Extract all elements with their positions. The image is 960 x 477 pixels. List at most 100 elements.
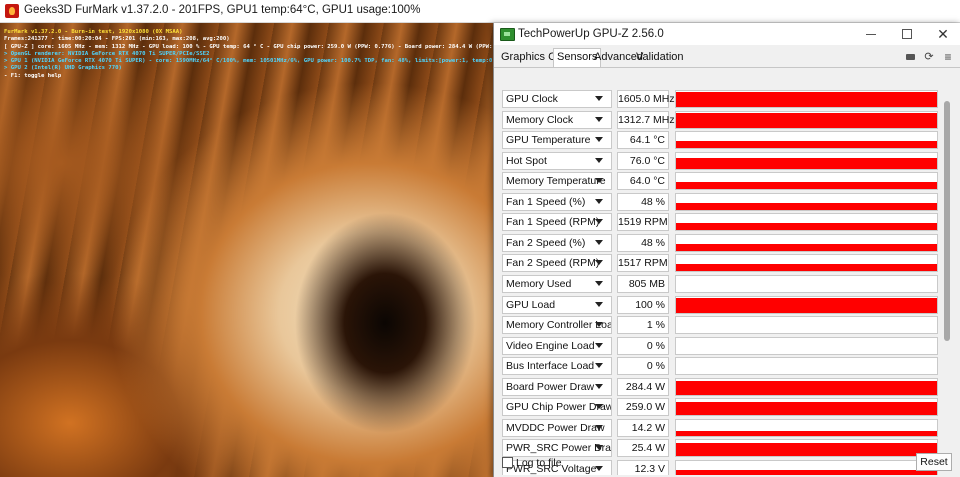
sensor-graph [675, 213, 938, 232]
sensor-graph [675, 151, 938, 170]
sensor-graph-bar [676, 92, 937, 107]
sensor-row: GPU Temperature 64.1 °C [500, 130, 945, 150]
sensor-row: Memory Used 805 MB [500, 274, 945, 294]
sensor-graph [675, 90, 938, 108]
dropdown-arrow-icon[interactable] [595, 219, 603, 225]
sensor-value: 76.0 °C [617, 151, 669, 170]
dropdown-arrow-icon[interactable] [595, 383, 603, 389]
minimize-button[interactable] [853, 23, 889, 45]
close-button[interactable]: ✕ [925, 23, 960, 45]
sensor-row: MVDDC Power Draw 14.2 W [500, 418, 945, 438]
dropdown-arrow-icon[interactable] [595, 178, 603, 184]
dropdown-arrow-icon[interactable] [595, 322, 603, 328]
sensor-value: 0 % [617, 336, 669, 355]
gpuz-titlebar[interactable]: TechPowerUp GPU-Z 2.56.0 ✕ [494, 23, 960, 45]
sensor-graph [675, 418, 938, 437]
maximize-button[interactable] [889, 23, 925, 45]
dropdown-arrow-icon[interactable] [595, 363, 603, 369]
minimize-icon [866, 33, 876, 35]
sensor-value: 1605.0 MHz [617, 90, 675, 108]
dropdown-arrow-icon[interactable] [595, 424, 603, 430]
sensor-graph [675, 110, 938, 129]
sensor-graph-bar [676, 202, 937, 210]
sensor-graph-bar [676, 223, 937, 231]
sensor-graph [675, 439, 938, 458]
dropdown-arrow-icon[interactable] [595, 404, 603, 410]
sensor-graph [675, 131, 938, 150]
furmark-app-icon [5, 4, 19, 18]
sensor-value: 14.2 W [617, 418, 669, 437]
sensor-graph [675, 377, 938, 396]
sensor-row: Fan 1 Speed (%) 48 % [500, 192, 945, 212]
sensor-row: GPU Load 100 % [500, 295, 945, 315]
sensor-value: 25.4 W [617, 439, 669, 458]
sensor-graph-bar [676, 442, 937, 457]
sensor-row: Memory Clock 1312.7 MHz [500, 110, 945, 130]
sensor-list[interactable]: GPU Clock 1605.0 MHz Memory Clock 1312.7 MH… [500, 68, 945, 475]
dropdown-arrow-icon[interactable] [595, 342, 603, 348]
sensor-value: 259.0 W [617, 398, 669, 417]
sensor-graph [675, 336, 938, 355]
sensor-value: 12.3 V [617, 459, 669, 475]
dropdown-arrow-icon[interactable] [595, 260, 603, 266]
refresh-icon[interactable]: ⟳ [923, 51, 935, 63]
sensor-graph-bar [676, 182, 937, 190]
sensor-value: 1519 RPM [617, 213, 669, 232]
sensor-list-scrollbar[interactable] [940, 68, 954, 475]
close-icon: ✕ [937, 26, 949, 42]
gpuz-app-icon [500, 28, 515, 41]
sensor-row: Fan 2 Speed (RPM) 1517 RPM [500, 253, 945, 273]
furmark-window-title: Geeks3D FurMark v1.37.2.0 - 201FPS, GPU1… [24, 4, 421, 16]
sensor-graph-bar [676, 112, 937, 128]
sensor-value: 1312.7 MHz [617, 110, 675, 129]
sensor-row: Bus Interface Load 0 % [500, 356, 945, 376]
sensor-graph-bar [676, 431, 937, 436]
sensor-row: PWR_SRC Power Draw 25.4 W [500, 438, 945, 458]
sensor-graph-bar [676, 243, 937, 251]
sensor-graph [675, 192, 938, 211]
sensor-graph [675, 459, 938, 475]
screenshot-camera-icon[interactable] [904, 51, 916, 63]
dropdown-arrow-icon[interactable] [595, 301, 603, 307]
sensor-graph-bar [676, 381, 937, 395]
dropdown-arrow-icon[interactable] [595, 239, 603, 245]
gpuz-window: TechPowerUp GPU-Z 2.56.0 ✕ Graphics Card… [493, 23, 960, 477]
dropdown-arrow-icon[interactable] [595, 116, 603, 122]
dropdown-arrow-icon[interactable] [595, 157, 603, 163]
sensor-value: 1517 RPM [617, 254, 669, 273]
sensor-value: 48 % [617, 192, 669, 211]
sensor-graph [675, 357, 938, 376]
sensor-row: Hot Spot 76.0 °C [500, 151, 945, 171]
sensor-value: 284.4 W [617, 377, 669, 396]
reset-button[interactable]: Reset [916, 453, 952, 471]
dropdown-arrow-icon[interactable] [595, 137, 603, 143]
gpuz-tab-bar: Graphics Card Sensors Advanced Validatio… [494, 48, 960, 67]
sensor-row: GPU Clock 1605.0 MHz [500, 89, 945, 109]
sensor-row: Memory Controller Load 1 % [500, 315, 945, 335]
tab-validation[interactable]: Validation [633, 49, 687, 66]
sensor-value: 64.0 °C [617, 172, 669, 191]
log-to-file-checkbox[interactable] [502, 457, 513, 468]
dropdown-arrow-icon[interactable] [595, 445, 603, 451]
scrollbar-thumb[interactable] [944, 101, 950, 341]
sensor-graph-bar [676, 140, 937, 149]
sensor-graph [675, 254, 938, 273]
dropdown-arrow-icon[interactable] [595, 465, 603, 471]
dropdown-arrow-icon[interactable] [595, 280, 603, 286]
log-to-file-label: Log to file [516, 457, 562, 469]
hamburger-menu-icon[interactable]: ≡ [942, 51, 954, 63]
dropdown-arrow-icon[interactable] [595, 198, 603, 204]
sensor-value: 64.1 °C [617, 131, 669, 150]
dropdown-arrow-icon[interactable] [595, 96, 603, 101]
sensor-row: Memory Temperature 64.0 °C [500, 171, 945, 191]
sensor-graph [675, 274, 938, 293]
sensor-graph [675, 316, 938, 335]
sensor-graph-bar [676, 401, 937, 416]
sensor-graph-bar [676, 469, 937, 475]
sensor-graph-bar [676, 158, 937, 169]
sensor-row: Fan 2 Speed (%) 48 % [500, 233, 945, 253]
sensor-graph-bar [676, 264, 937, 272]
sensor-value: 1 % [617, 316, 669, 335]
furmark-titlebar[interactable]: Geeks3D FurMark v1.37.2.0 - 201FPS, GPU1… [0, 0, 960, 23]
maximize-icon [902, 29, 912, 39]
